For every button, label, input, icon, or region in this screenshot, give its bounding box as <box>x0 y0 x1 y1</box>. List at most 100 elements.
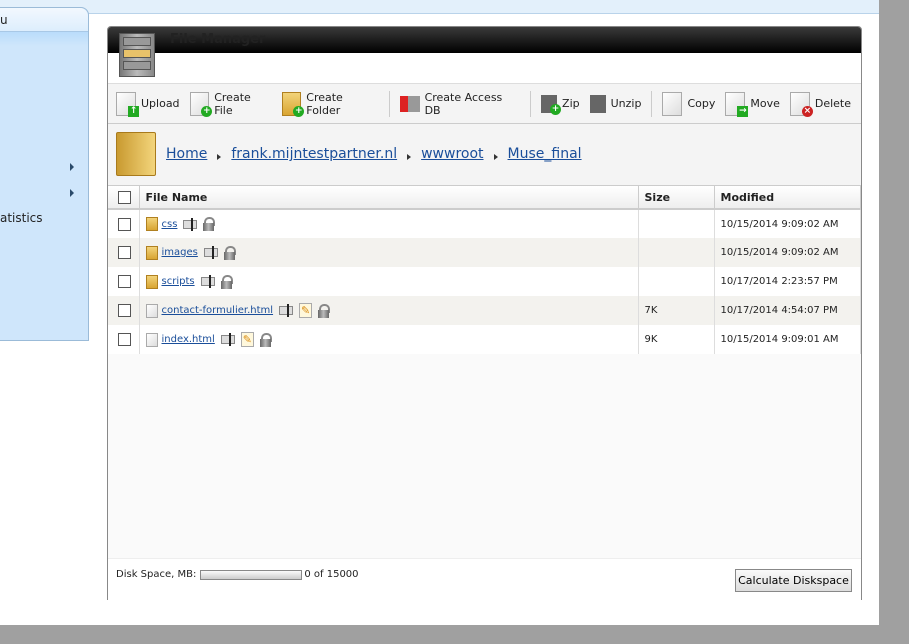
toolbar: ↑ Upload + Create File + Create Folder Crea… <box>108 84 861 124</box>
footer: Disk Space, MB: 0 of 15000 Calculate Dis… <box>108 558 861 600</box>
table-row[interactable]: css 10/15/2014 9:09:02 AM <box>108 209 861 238</box>
file-size <box>638 209 715 238</box>
column-file-name[interactable]: File Name <box>139 186 639 210</box>
page: u atistics File Manager ↑ Upload + Create … <box>0 0 879 625</box>
toolbar-divider <box>651 90 653 117</box>
file-size <box>638 267 715 296</box>
table-row[interactable]: contact-formulier.html ✎ 7K 10/17/2014 4:… <box>108 296 861 325</box>
file-modified: 10/15/2014 9:09:01 AM <box>714 325 861 354</box>
disk-space-label: Disk Space, MB: <box>116 569 197 580</box>
file-size: 7K <box>638 296 715 325</box>
edit-icon[interactable]: ✎ <box>240 332 254 347</box>
zip-icon: + <box>541 94 562 115</box>
file-size <box>638 238 715 267</box>
toolbar-divider <box>530 90 532 117</box>
panel-title: File Manager <box>108 27 861 53</box>
rename-icon[interactable] <box>220 333 235 346</box>
file-modified: 10/17/2014 2:23:57 PM <box>714 267 861 296</box>
html-file-icon <box>145 303 158 318</box>
create-access-db-label: Create Access DB <box>424 90 503 117</box>
file-cabinet-icon <box>119 33 155 77</box>
file-modified: 10/17/2014 4:54:07 PM <box>714 296 861 325</box>
permissions-lock-icon[interactable] <box>220 274 233 289</box>
zip-label: Zip <box>562 97 580 110</box>
select-all-checkbox[interactable] <box>118 190 131 204</box>
breadcrumb-current[interactable]: Muse_final <box>508 146 582 162</box>
file-name-link[interactable]: index.html <box>162 334 215 345</box>
delete-label: Delete <box>814 97 852 110</box>
sidebar-header: u <box>0 8 88 32</box>
breadcrumb-domain[interactable]: frank.mijntestpartner.nl <box>231 146 397 162</box>
file-modified: 10/15/2014 9:09:02 AM <box>714 238 861 267</box>
unzip-button[interactable]: Unzip <box>589 94 641 113</box>
toolbar-divider <box>388 90 390 117</box>
permissions-lock-icon[interactable] <box>318 303 331 318</box>
table-row[interactable]: images 10/15/2014 9:09:02 AM <box>108 238 861 267</box>
access-db-icon <box>399 95 420 112</box>
file-modified: 10/15/2014 9:09:02 AM <box>714 209 861 238</box>
edit-icon[interactable]: ✎ <box>299 303 313 318</box>
file-name-link[interactable]: scripts <box>162 276 195 287</box>
folder-icon <box>145 274 158 289</box>
table-row[interactable]: index.html ✎ 9K 10/15/2014 9:09:01 AM <box>108 325 861 354</box>
disk-space-bar <box>200 569 303 580</box>
delete-icon: × <box>789 91 813 117</box>
rename-icon[interactable] <box>183 217 198 231</box>
upload-icon: ↑ <box>116 91 139 117</box>
create-folder-button[interactable]: + Create Folder <box>281 90 379 117</box>
delete-button[interactable]: × Delete <box>789 91 852 117</box>
permissions-lock-icon[interactable] <box>223 245 236 260</box>
file-size: 9K <box>638 325 715 354</box>
folder-icon <box>116 132 156 176</box>
html-file-icon <box>145 332 158 347</box>
sidebar-item-statistics[interactable]: atistics <box>0 211 43 225</box>
row-checkbox[interactable] <box>118 333 131 346</box>
folder-icon <box>145 217 158 231</box>
unzip-icon <box>589 94 606 113</box>
submenu-arrow-icon[interactable] <box>70 189 74 197</box>
column-size[interactable]: Size <box>638 186 715 210</box>
breadcrumb: Home frank.mijntestpartner.nl wwwroot Mu… <box>108 124 861 186</box>
copy-button[interactable]: Copy <box>662 91 716 116</box>
breadcrumb-separator-icon <box>407 154 412 160</box>
file-table: File Name Size Modified css 10/15/2014 9… <box>108 186 861 354</box>
permissions-lock-icon[interactable] <box>259 332 272 347</box>
folder-icon <box>145 245 158 260</box>
row-checkbox[interactable] <box>118 246 131 259</box>
create-file-button[interactable]: + Create File <box>189 90 272 117</box>
submenu-arrow-icon[interactable] <box>70 163 74 171</box>
rename-icon[interactable] <box>279 304 294 317</box>
breadcrumb-wwwroot[interactable]: wwwroot <box>421 146 483 162</box>
table-row[interactable]: scripts 10/17/2014 2:23:57 PM <box>108 267 861 296</box>
breadcrumb-separator-icon <box>217 154 222 160</box>
sidebar-selected-item[interactable] <box>0 32 88 46</box>
column-modified[interactable]: Modified <box>714 186 861 210</box>
create-folder-label: Create Folder <box>306 90 343 117</box>
file-name-link[interactable]: images <box>162 247 198 258</box>
breadcrumb-home[interactable]: Home <box>166 146 207 162</box>
file-manager-panel: File Manager ↑ Upload + Create File + Creat… <box>107 26 862 600</box>
create-access-db-button[interactable]: Create Access DB <box>399 90 520 117</box>
zip-button[interactable]: + Zip <box>541 94 580 115</box>
rename-icon[interactable] <box>203 246 218 259</box>
file-name-link[interactable]: css <box>162 219 178 230</box>
breadcrumb-separator-icon <box>493 154 498 160</box>
move-icon: → <box>725 91 749 117</box>
upload-button[interactable]: ↑ Upload <box>116 91 180 117</box>
create-file-label: Create File <box>214 90 251 117</box>
row-checkbox[interactable] <box>118 275 131 288</box>
row-checkbox[interactable] <box>118 217 131 231</box>
disk-space-usage: 0 of 15000 <box>304 569 359 580</box>
row-checkbox[interactable] <box>118 304 131 317</box>
upload-label: Upload <box>141 97 180 110</box>
move-button[interactable]: → Move <box>725 91 780 117</box>
copy-icon <box>662 91 683 116</box>
permissions-lock-icon[interactable] <box>203 217 216 231</box>
copy-label: Copy <box>687 97 716 110</box>
rename-icon[interactable] <box>200 275 215 288</box>
top-band <box>0 0 879 14</box>
calculate-diskspace-button[interactable]: Calculate Diskspace <box>735 569 852 592</box>
sidebar-menu: u atistics <box>0 7 89 341</box>
move-label: Move <box>750 97 780 110</box>
file-name-link[interactable]: contact-formulier.html <box>162 305 274 316</box>
